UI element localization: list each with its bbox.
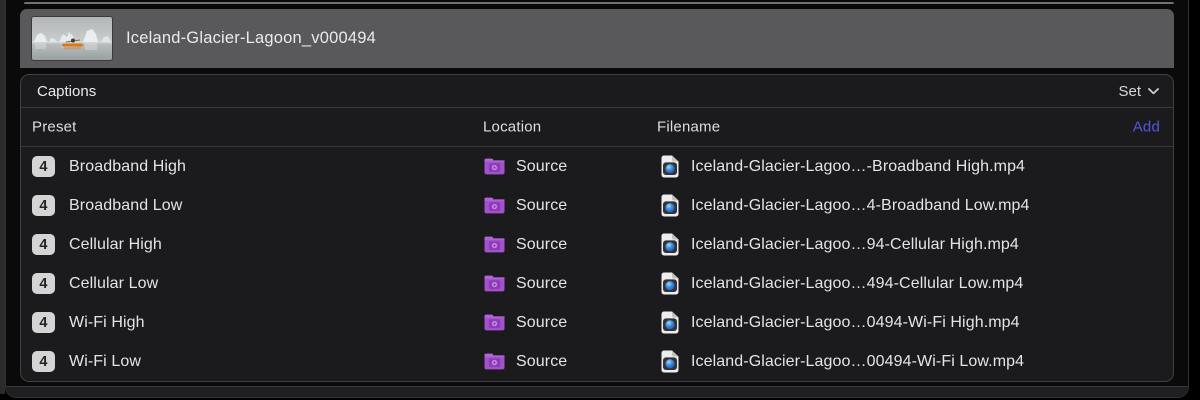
filename-value: Iceland-Glacier-Lagoo…-Broadband High.mp… — [691, 158, 1025, 176]
column-header-preset: Preset — [32, 119, 77, 136]
caption-count-badge: 4 — [32, 195, 55, 216]
table-header: Preset Location Filename Add — [21, 108, 1173, 147]
filename-value: Iceland-Glacier-Lagoo…00494-Wi-Fi Low.mp… — [691, 353, 1024, 371]
movie-file-icon — [660, 233, 679, 256]
glacier-lagoon-thumbnail-art — [32, 17, 112, 60]
location-value: Source — [516, 197, 567, 215]
filename-value: Iceland-Glacier-Lagoo…4-Broadband Low.mp… — [691, 197, 1030, 215]
preset-name: Broadband Low — [69, 197, 182, 215]
column-header-location: Location — [483, 119, 541, 136]
caption-count-badge: 4 — [32, 351, 55, 372]
movie-file-icon — [660, 350, 679, 373]
captions-bar: Captions Set — [21, 75, 1173, 108]
folder-icon — [484, 314, 505, 331]
location-value: Source — [516, 236, 567, 254]
job-title: Iceland-Glacier-Lagoon_v000494 — [126, 9, 376, 68]
caption-count-badge: 4 — [32, 312, 55, 333]
filename-value: Iceland-Glacier-Lagoo…94-Cellular High.m… — [691, 236, 1019, 254]
preset-name: Wi-Fi Low — [69, 353, 141, 371]
folder-icon — [484, 197, 505, 214]
movie-file-icon — [660, 155, 679, 178]
movie-file-icon — [660, 272, 679, 295]
table-row[interactable]: 4 Cellular Low Source Iceland-Glacier- — [21, 264, 1173, 303]
location-value: Source — [516, 353, 567, 371]
table-row[interactable]: 4 Wi-Fi High Source Iceland-Glacier-La — [21, 303, 1173, 342]
table-row[interactable]: 4 Broadband High Source Iceland-Glacie — [21, 147, 1173, 186]
divider — [24, 2, 1174, 4]
location-value: Source — [516, 314, 567, 332]
caption-count-badge: 4 — [32, 273, 55, 294]
preset-name: Broadband High — [69, 158, 186, 176]
preset-name: Cellular Low — [69, 275, 158, 293]
movie-file-icon — [660, 194, 679, 217]
folder-icon — [484, 353, 505, 370]
filename-value: Iceland-Glacier-Lagoo…494-Cellular Low.m… — [691, 275, 1023, 293]
job-header[interactable]: Iceland-Glacier-Lagoon_v000494 — [20, 9, 1174, 68]
table-row[interactable]: 4 Wi-Fi Low Source Iceland-Glacier-Lag — [21, 342, 1173, 381]
column-header-filename: Filename — [657, 119, 720, 136]
set-dropdown[interactable]: Set — [1118, 83, 1159, 100]
captions-panel: Captions Set Preset Location Filename Ad… — [20, 74, 1174, 382]
preset-rows: 4 Broadband High Source Iceland-Glacie — [21, 147, 1173, 381]
location-value: Source — [516, 158, 567, 176]
filename-value: Iceland-Glacier-Lagoo…0494-Wi-Fi High.mp… — [691, 314, 1020, 332]
caption-count-badge: 4 — [32, 234, 55, 255]
batch-window: Iceland-Glacier-Lagoon_v000494 Captions … — [5, 0, 1189, 398]
folder-icon — [484, 158, 505, 175]
caption-count-badge: 4 — [32, 156, 55, 177]
chevron-down-icon — [1148, 88, 1159, 95]
captions-section-label: Captions — [37, 83, 96, 100]
window-bottom-edge — [6, 386, 1188, 397]
location-value: Source — [516, 275, 567, 293]
preset-name: Wi-Fi High — [69, 314, 145, 332]
job-thumbnail — [32, 17, 112, 60]
folder-icon — [484, 236, 505, 253]
add-button[interactable]: Add — [1133, 119, 1160, 136]
set-dropdown-label: Set — [1118, 83, 1141, 100]
preset-name: Cellular High — [69, 236, 162, 254]
table-row[interactable]: 4 Cellular High Source Iceland-Glacier — [21, 225, 1173, 264]
screenshot-stage: Iceland-Glacier-Lagoon_v000494 Captions … — [0, 0, 1200, 400]
movie-file-icon — [660, 311, 679, 334]
table-row[interactable]: 4 Broadband Low Source Iceland-Glacier — [21, 186, 1173, 225]
folder-icon — [484, 275, 505, 292]
